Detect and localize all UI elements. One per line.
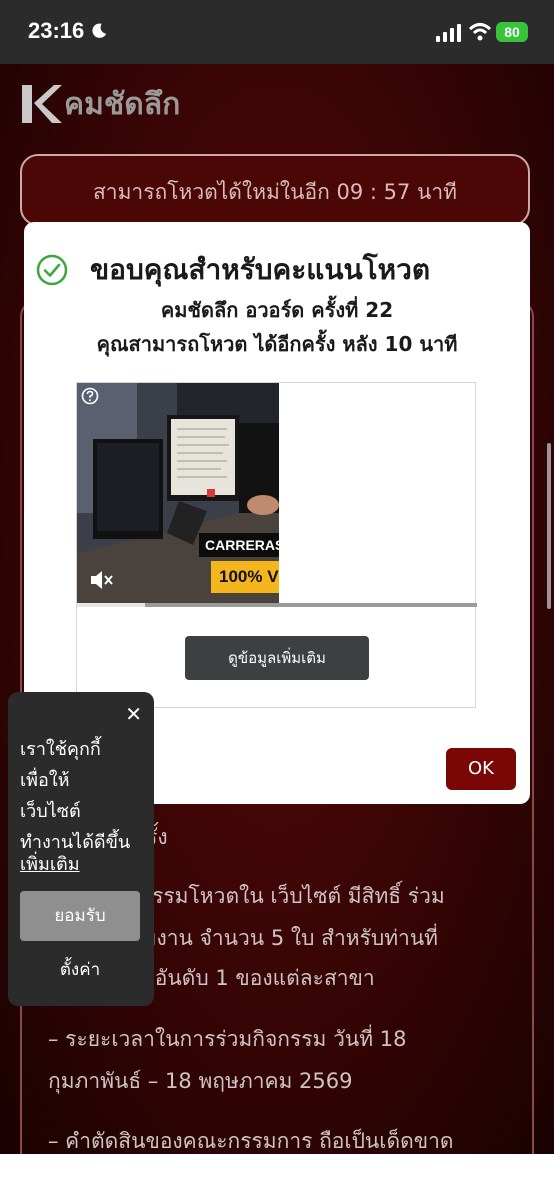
dialog-title: ขอบคุณสำหรับคะแนนโหวต <box>90 253 431 286</box>
help-icon[interactable] <box>81 387 99 405</box>
ad-container: CARRERAS A 100% V ดูข้อมูลเพิ่มเติม <box>76 382 477 708</box>
browser-bottom-bar <box>0 1154 554 1199</box>
cookie-consent-panel: ✕ เราใช้คุกกี้ เพื่อให้ เว็บไซต์ ทำงานได… <box>8 692 154 1006</box>
ad-progress-bar <box>77 603 477 607</box>
close-icon[interactable]: ✕ <box>125 702 142 726</box>
status-time: 23:16 <box>28 18 85 43</box>
cookie-message-line: เพื่อให้ <box>20 770 70 791</box>
content-line: กุมภาพันธ์ – 18 พฤษภาคม 2569 <box>48 1069 353 1093</box>
battery-indicator: 80 <box>496 22 528 42</box>
content-line: – คำตัดสินของคณะกรรมการ ถือเป็นเด็ดขาด <box>48 1129 454 1153</box>
moon-icon <box>92 23 107 38</box>
wifi-icon <box>468 23 492 41</box>
content-line: – ระยะเวลาในการร่วมกิจกรรม วันที่ 18 <box>48 1027 407 1051</box>
cookie-message-line: เว็บไซต์ <box>20 801 81 822</box>
cookie-message-line: เราใช้คุกกี้ <box>20 739 101 760</box>
cookie-message: เราใช้คุกกี้ เพื่อให้ เว็บไซต์ ทำงานได้ด… <box>20 734 144 858</box>
cellular-signal-icon <box>436 24 461 42</box>
logo-text: คมชัดลึก <box>64 86 181 122</box>
vote-countdown-banner: สามารถโหวตได้ใหม่ในอีก 09 : 57 นาที <box>20 154 530 226</box>
cookie-settings-button[interactable]: ตั้งค่า <box>20 956 140 983</box>
check-circle-icon <box>36 254 68 286</box>
logo-k-icon <box>22 85 62 123</box>
ad-video[interactable]: CARRERAS A 100% V <box>77 383 279 607</box>
ad-caption: 100% V <box>211 561 279 593</box>
mute-icon[interactable] <box>89 569 113 591</box>
ad-more-info-button[interactable]: ดูข้อมูลเพิ่มเติม <box>185 636 369 680</box>
dialog-message: คุณสามารถโหวต ได้อีกครั้ง หลัง 10 นาที <box>96 332 458 356</box>
ad-caption: CARRERAS A <box>199 533 279 557</box>
status-bar: 23:16 80 <box>0 0 554 64</box>
page-scrollbar[interactable] <box>547 443 551 609</box>
ok-button[interactable]: OK <box>446 748 516 790</box>
cookie-more-link[interactable]: เพิ่มเติม <box>20 849 80 878</box>
content-line: 1 ครั้ง <box>112 816 554 858</box>
cookie-accept-button[interactable]: ยอมรับ <box>20 891 140 941</box>
dialog-subtitle: คมชัดลึก อวอร์ด ครั้งที่ 22 <box>160 298 394 322</box>
site-logo[interactable]: คมชัดลึก <box>20 82 180 126</box>
ad-progress-fill <box>77 603 145 607</box>
